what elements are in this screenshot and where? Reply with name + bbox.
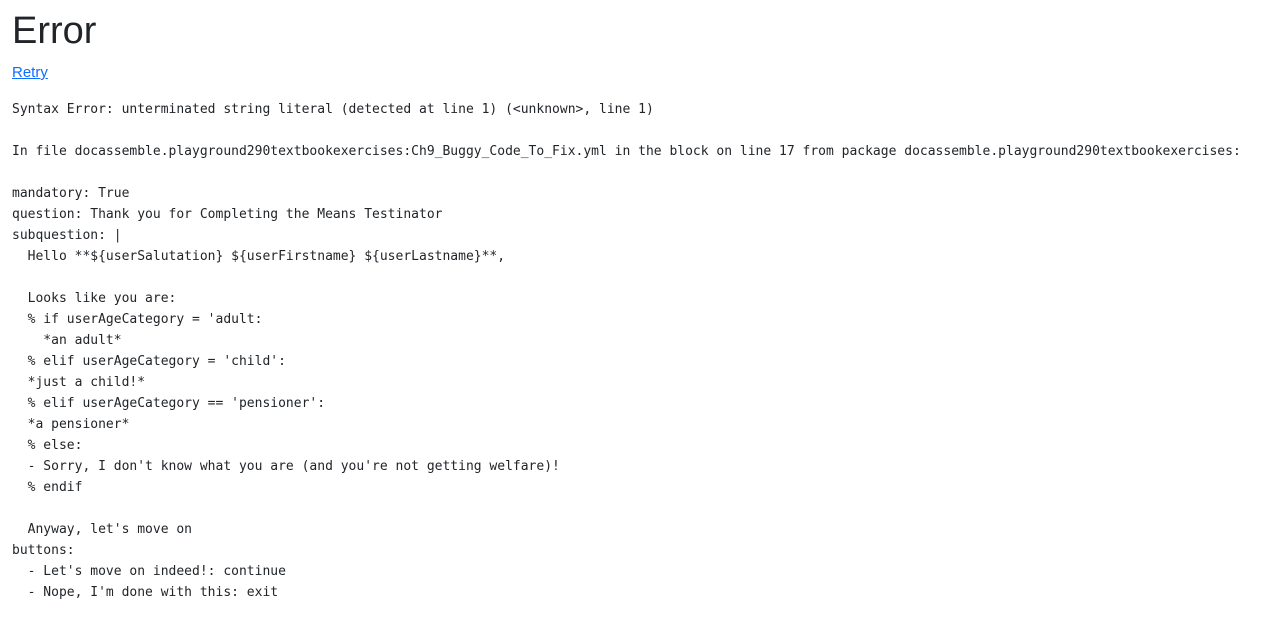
yaml-code-block: mandatory: True question: Thank you for … [12,186,560,600]
retry-link[interactable]: Retry [12,63,48,83]
page-title: Error [12,10,97,52]
error-message: Syntax Error: unterminated string litera… [12,102,654,117]
file-location-info: In file docassemble.playground290textboo… [12,144,1241,159]
